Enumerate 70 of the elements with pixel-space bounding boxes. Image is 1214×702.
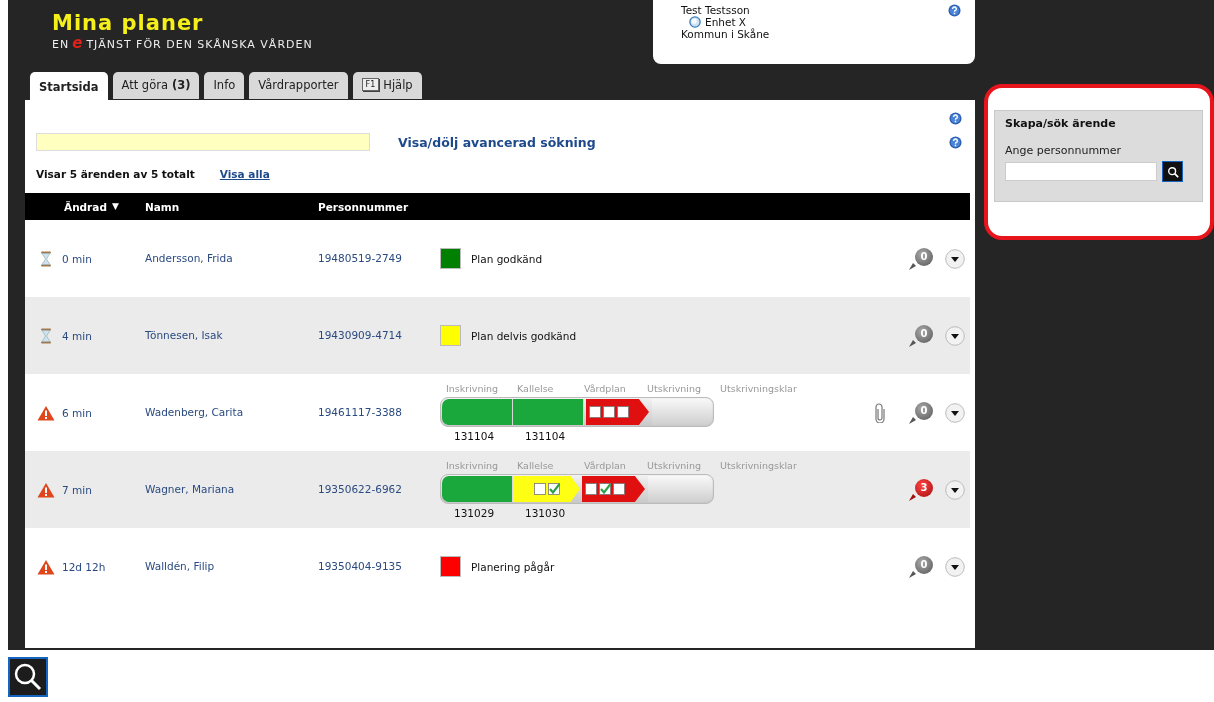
patient-name[interactable]: Tönnesen, Isak [145, 329, 223, 341]
changed-time: 4 min [62, 329, 92, 342]
stage-label: Inskrivning [445, 460, 500, 471]
stage-label: Kallelse [516, 460, 555, 471]
help-icon[interactable] [948, 4, 961, 17]
patient-name[interactable]: Andersson, Frida [145, 252, 233, 264]
personal-number: 19461117-3388 [318, 406, 402, 418]
paperclip-icon[interactable] [875, 402, 885, 423]
user-name: Test Testsson [681, 4, 751, 16]
search-icon[interactable] [8, 657, 48, 697]
dropdown-icon[interactable] [945, 325, 965, 346]
personal-number: 19350404-9135 [318, 560, 402, 572]
column-header[interactable]: Ändrad [64, 200, 107, 213]
status-text: Plan delvis godkänd [471, 329, 577, 342]
search-field[interactable] [36, 133, 370, 151]
dropdown-icon[interactable] [945, 556, 965, 577]
tab[interactable]: Info [204, 72, 245, 99]
status-text: Plan godkänd [471, 252, 543, 265]
field-label: Ange personnummer [1005, 144, 1123, 157]
stage-label: Utskrivningsklar [719, 383, 797, 394]
stage-label: Vårdplan [583, 383, 627, 394]
dropdown-icon[interactable] [945, 402, 965, 423]
personal-number: 19480519-2749 [318, 252, 402, 264]
stage-date: 131104 [454, 430, 495, 442]
tab[interactable]: F1 Hjälp [352, 72, 422, 99]
app-title: Mina planer [52, 12, 205, 34]
stage-date: 131104 [525, 430, 566, 442]
table-row[interactable]: 7 min Wagner, Mariana 19350622-6962 Inskrivning Kallelse Vårdplan Utskrivning Utskrivningsklar 131029 131030 3 [25, 451, 970, 528]
stage-date: 131029 [454, 507, 495, 519]
unit-name: Enhet X [705, 16, 747, 28]
stage-date: 131030 [525, 507, 566, 519]
personal-number: 19430909-4714 [318, 329, 402, 341]
personal-number-field[interactable] [1005, 162, 1157, 181]
patient-name[interactable]: Wagner, Mariana [145, 483, 235, 495]
patient-name[interactable]: Wadenberg, Carita [145, 406, 244, 418]
dropdown-icon[interactable] [945, 479, 965, 500]
help-icon[interactable] [949, 112, 962, 125]
stage-label: Vårdplan [583, 460, 627, 471]
show-all-link[interactable]: Visa alla [219, 168, 270, 180]
changed-time: 6 min [62, 406, 92, 419]
patient-name[interactable]: Walldén, Filip [145, 560, 215, 572]
stage-label: Utskrivning [646, 460, 702, 471]
column-header[interactable]: Namn [145, 200, 180, 213]
table-row[interactable]: 4 min Tönnesen, Isak 19430909-4714 Plan delvis godkänd 0 [25, 297, 970, 374]
stage-label: Utskrivning [646, 383, 702, 394]
tab[interactable]: Vårdrapporter [249, 72, 348, 99]
tagline-text: EN [52, 38, 70, 51]
tab[interactable]: Att göra (3) [112, 72, 200, 99]
search-button[interactable] [1162, 161, 1183, 182]
advanced-search-link[interactable]: Visa/dölj avancerad sökning [398, 134, 596, 150]
stage-label: Kallelse [516, 383, 555, 394]
tagline-text: TJÄNST FÖR DEN SKÅNSKA VÅRDEN [86, 38, 313, 51]
municipality-name: Kommun i Skåne [681, 28, 770, 40]
search-icon [1166, 165, 1179, 178]
globe-icon [689, 16, 701, 28]
result-count: Visar 5 ärenden av 5 totalt [36, 168, 195, 180]
changed-time: 12d 12h [62, 560, 106, 573]
e-logo-mark: e [72, 34, 84, 52]
stage-label: Inskrivning [445, 383, 500, 394]
column-header[interactable]: Personnummer [318, 200, 409, 213]
personal-number: 19350622-6962 [318, 483, 402, 495]
tab[interactable]: Startsida [30, 72, 108, 100]
stage-label: Utskrivningsklar [719, 460, 797, 471]
changed-time: 7 min [62, 483, 92, 496]
sort-arrow[interactable]: ▼ [111, 200, 119, 213]
status-text: Planering pågår [471, 560, 555, 573]
help-icon[interactable] [949, 135, 962, 149]
dropdown-icon[interactable] [945, 248, 965, 269]
changed-time: 0 min [62, 252, 92, 265]
card-title: Skapa/sök ärende [1005, 117, 1117, 130]
